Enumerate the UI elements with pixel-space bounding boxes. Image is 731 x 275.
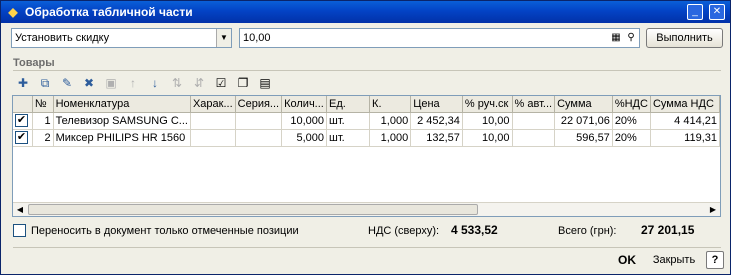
cell-name[interactable]: Миксер PHILIPS HR 1560 (53, 129, 191, 147)
cell-vat-rate[interactable]: 20% (612, 129, 651, 147)
close-window-icon[interactable]: ✕ (709, 4, 725, 20)
transfer-label: Переносить в документ только отмеченные … (31, 224, 299, 237)
cell-coefficient[interactable]: 1,000 (369, 129, 412, 147)
cell-price[interactable]: 132,57 (410, 129, 463, 147)
amount-value: 10,00 (243, 32, 271, 44)
action-select[interactable]: Установить скидку ▼ (11, 28, 232, 48)
action-row: Установить скидку ▼ 10,00 ▦ ⚲ Выполнить (11, 28, 723, 48)
scroll-left-icon[interactable]: ◀ (13, 203, 27, 216)
chevron-down-icon[interactable]: ▼ (216, 29, 231, 47)
column-header[interactable]: Сумма (554, 96, 613, 113)
action-select-value: Установить скидку (15, 32, 110, 44)
cell-quantity[interactable]: 10,000 (281, 112, 328, 130)
transfer-checkbox[interactable] (13, 224, 26, 237)
cell-manual-discount[interactable]: 10,00 (462, 112, 513, 130)
delete-icon[interactable]: ✖ (79, 74, 99, 92)
copy-icon[interactable]: ⧉ (35, 74, 55, 92)
cell-auto-discount[interactable] (512, 112, 556, 130)
table-row[interactable]: ✔ 2 Миксер PHILIPS HR 1560 5,000 шт. 1,0… (13, 129, 720, 147)
row-checkbox[interactable]: ✔ (13, 129, 33, 147)
move-up-icon[interactable]: ↑ (123, 74, 143, 92)
column-header[interactable]: Серия... (235, 96, 283, 113)
goods-table: № Номенклатура Харак... Серия... Колич..… (12, 95, 721, 217)
ok-button[interactable]: OK (613, 251, 641, 269)
cell-sum[interactable]: 22 071,06 (554, 112, 613, 130)
end-edit-icon[interactable]: ▣ (101, 74, 121, 92)
uncheck-all-icon[interactable]: ❐ (233, 74, 253, 92)
table-row[interactable]: ✔ 1 Телевизор SAMSUNG C... 10,000 шт. 1,… (13, 112, 720, 130)
edit-icon[interactable]: ✎ (57, 74, 77, 92)
check-icon[interactable]: ✔ (15, 131, 28, 144)
window-title: Обработка табличной части (25, 5, 193, 19)
check-all-icon[interactable]: ☑ (211, 74, 231, 92)
section-title: Товары (13, 57, 55, 69)
column-header[interactable]: № (32, 96, 54, 113)
cell-vat-sum[interactable]: 119,31 (650, 129, 720, 147)
section-divider (13, 70, 721, 71)
footer-divider (13, 247, 721, 248)
app-icon: ◆ (8, 5, 18, 19)
cell-series[interactable] (235, 129, 283, 147)
settings-icon[interactable]: ▤ (255, 74, 275, 92)
horizontal-scrollbar[interactable]: ◀ ▶ (13, 202, 720, 216)
cell-manual-discount[interactable]: 10,00 (462, 129, 513, 147)
search-icon[interactable]: ⚲ (624, 30, 638, 46)
close-button[interactable]: Закрыть (649, 251, 699, 269)
transfer-checked-only-option[interactable]: Переносить в документ только отмеченные … (13, 224, 299, 237)
cell-unit[interactable]: шт. (326, 112, 371, 130)
minimize-icon[interactable]: _ (687, 4, 703, 20)
column-header[interactable]: Номенклатура (53, 96, 191, 113)
column-header[interactable]: %НДС (612, 96, 651, 113)
row-checkbox[interactable]: ✔ (13, 112, 33, 130)
cell-vat-sum[interactable]: 4 414,21 (650, 112, 720, 130)
column-header[interactable]: Колич... (281, 96, 328, 113)
column-header[interactable]: Цена (410, 96, 463, 113)
cell-coefficient[interactable]: 1,000 (369, 112, 412, 130)
cell-name[interactable]: Телевизор SAMSUNG C... (53, 112, 191, 130)
check-icon[interactable]: ✔ (15, 114, 28, 127)
run-button[interactable]: Выполнить (646, 28, 723, 48)
processing-window: ◆ Обработка табличной части _ ✕ Установи… (0, 0, 731, 275)
column-header-check[interactable] (13, 96, 33, 113)
amount-input[interactable]: 10,00 ▦ ⚲ (239, 28, 640, 48)
column-header[interactable]: % руч.ск (462, 96, 513, 113)
row-number: 1 (32, 112, 54, 130)
column-header[interactable]: % авт... (512, 96, 556, 113)
total-value: 27 201,15 (641, 223, 695, 237)
cell-characteristic[interactable] (190, 129, 236, 147)
scroll-right-icon[interactable]: ▶ (706, 203, 720, 216)
cell-vat-rate[interactable]: 20% (612, 112, 651, 130)
sort-asc-icon[interactable]: ⇅ (167, 74, 187, 92)
cell-characteristic[interactable] (190, 112, 236, 130)
calculator-icon[interactable]: ▦ (609, 30, 623, 46)
move-down-icon[interactable]: ↓ (145, 74, 165, 92)
cell-unit[interactable]: шт. (326, 129, 371, 147)
scroll-thumb[interactable] (28, 204, 478, 215)
column-header[interactable]: Ед. (326, 96, 371, 113)
vat-value: 4 533,52 (451, 223, 498, 237)
table-header: № Номенклатура Харак... Серия... Колич..… (13, 96, 720, 113)
cell-price[interactable]: 2 452,34 (410, 112, 463, 130)
table-toolbar: ✚ ⧉ ✎ ✖ ▣ ↑ ↓ ⇅ ⇵ ☑ ❐ ▤ (13, 74, 275, 92)
sort-desc-icon[interactable]: ⇵ (189, 74, 209, 92)
vat-label: НДС (сверху): (368, 225, 440, 237)
cell-sum[interactable]: 596,57 (554, 129, 613, 147)
total-label: Всего (грн): (558, 225, 617, 237)
cell-series[interactable] (235, 112, 283, 130)
cell-auto-discount[interactable] (512, 129, 556, 147)
cell-quantity[interactable]: 5,000 (281, 129, 328, 147)
help-button[interactable]: ? (706, 251, 724, 269)
add-icon[interactable]: ✚ (13, 74, 33, 92)
title-bar[interactable]: ◆ Обработка табличной части _ ✕ (1, 1, 730, 23)
column-header[interactable]: Сумма НДС (650, 96, 720, 113)
row-number: 2 (32, 129, 54, 147)
column-header[interactable]: Харак... (190, 96, 236, 113)
column-header[interactable]: К. (369, 96, 412, 113)
